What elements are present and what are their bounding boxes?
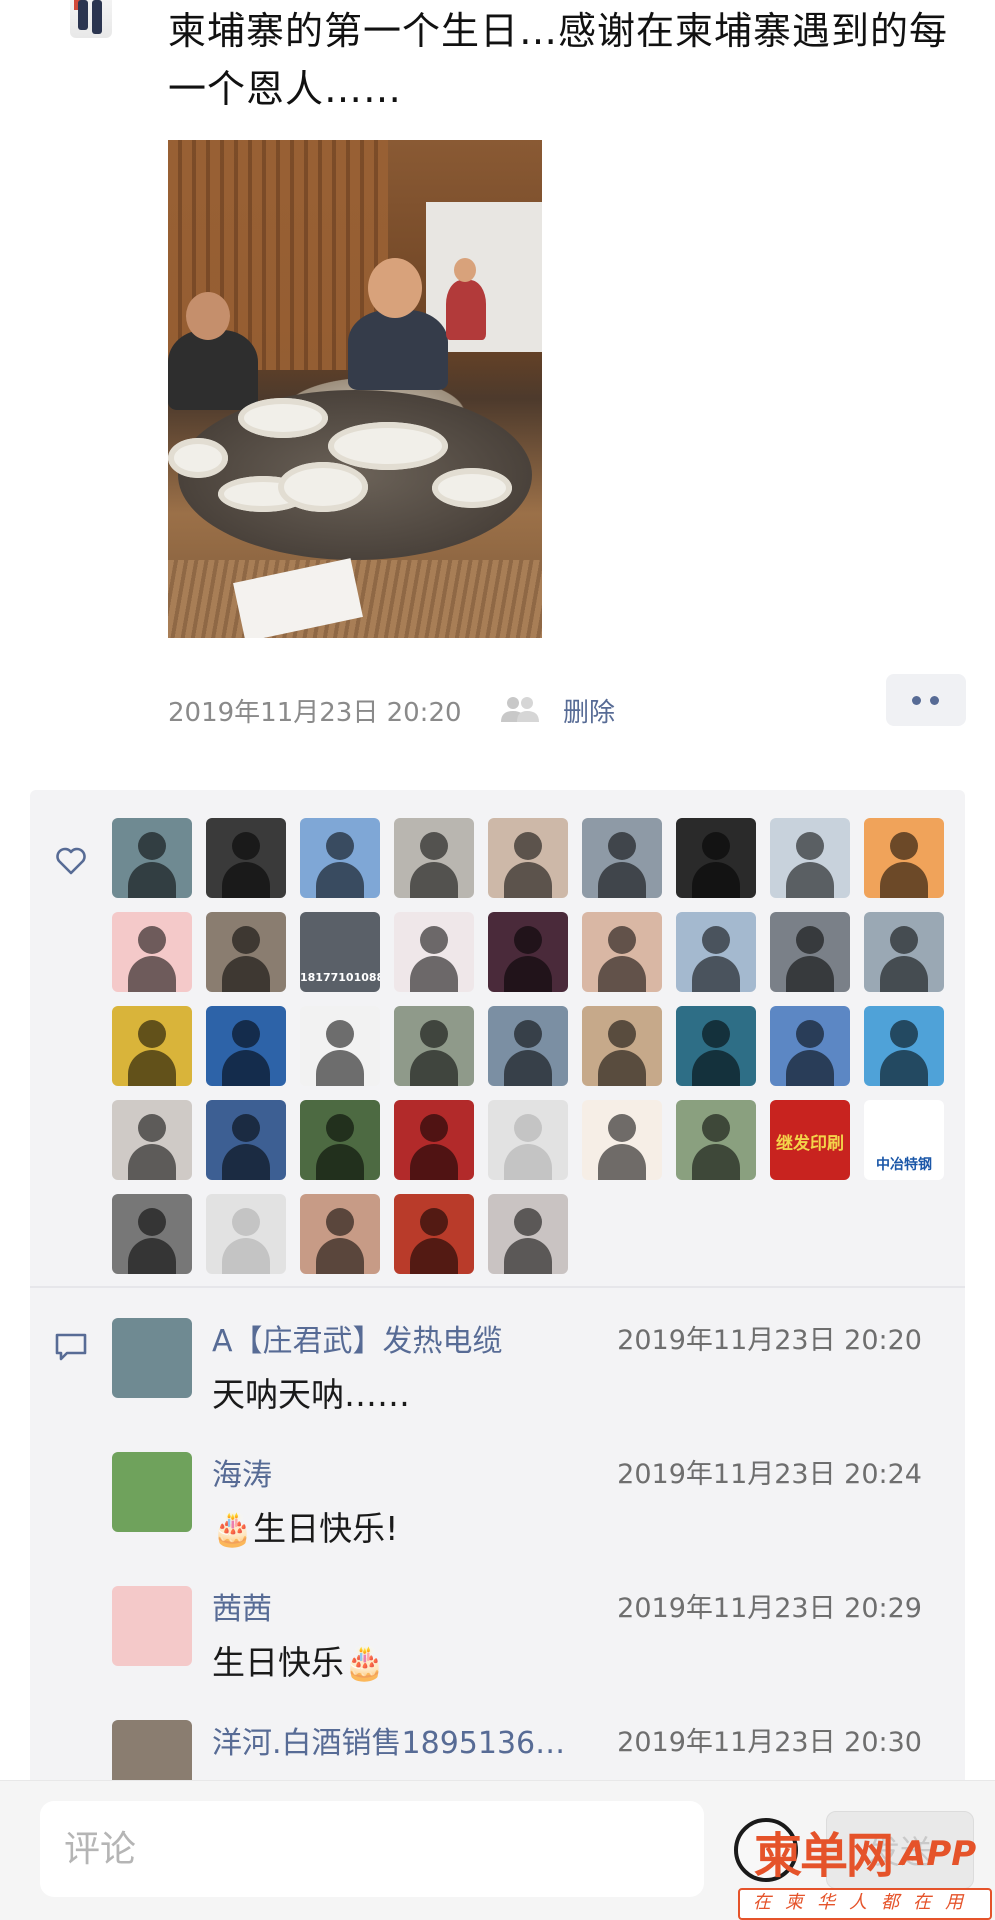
avatar-child-photo[interactable] — [488, 1006, 568, 1086]
watermark-brand: 柬单网 — [754, 1828, 894, 1884]
more-dot — [930, 696, 939, 705]
avatar-default[interactable] — [488, 1100, 568, 1180]
avatar-red-roses[interactable] — [394, 1100, 474, 1180]
comment-time: 2019年11月23日 20:24 — [617, 1459, 922, 1490]
avatar-sunglasses-car[interactable] — [394, 818, 474, 898]
comment-item[interactable]: 茜茜 2019年11月23日 20:29 生日快乐🎂 — [112, 1586, 952, 1706]
avatar-man-hills[interactable] — [676, 1100, 756, 1180]
heart-icon — [56, 847, 86, 875]
avatar-child-hoodie[interactable] — [488, 1194, 568, 1274]
avatar-steel-logo[interactable]: 中冶特钢 — [864, 1100, 944, 1180]
comment-time: 2019年11月23日 20:30 — [617, 1727, 922, 1758]
commenter-avatar[interactable] — [112, 1586, 192, 1666]
avatar-flags[interactable] — [770, 818, 850, 898]
avatar-woman-white[interactable] — [112, 1100, 192, 1180]
panel-divider — [30, 1286, 965, 1288]
avatar-caption: 中冶特钢 — [876, 1157, 932, 1173]
moments-post-page: 柬埔寨的第一个生日…感谢在柬埔寨遇到的每一个恩人…… 2019年11月23日 2… — [0, 0, 995, 1920]
avatar-moon[interactable] — [676, 818, 756, 898]
avatar-bw-portrait[interactable] — [206, 818, 286, 898]
avatar-snow-mountain[interactable] — [206, 1100, 286, 1180]
avatar-child-car[interactable] — [582, 1006, 662, 1086]
avatar-certificate-v[interactable] — [676, 1006, 756, 1086]
avatar-cartoon-girl[interactable] — [112, 912, 192, 992]
avatar-clock[interactable] — [112, 1194, 192, 1274]
likes-avatar-grid: 18177101088 继发印刷中冶特钢 — [112, 818, 952, 1274]
delete-link[interactable]: 删除 — [563, 692, 615, 729]
avatar-father-child[interactable] — [676, 912, 756, 992]
post-meta: 2019年11月23日 20:20 删除 — [168, 688, 968, 728]
avatar-caption: 继发印刷 — [776, 1134, 844, 1154]
avatar-temple-of-heaven[interactable] — [206, 1006, 286, 1086]
post-timestamp: 2019年11月23日 20:20 — [168, 698, 462, 728]
avatar-print-logo[interactable]: 继发印刷 — [770, 1100, 850, 1180]
commenter-name[interactable]: 洋河.白酒销售1895136… — [212, 1718, 565, 1762]
watermark: 柬单网 APP 在柬华人都在用 — [730, 1812, 995, 1920]
avatar-man-sunglasses[interactable] — [206, 912, 286, 992]
avatar-bananas[interactable] — [112, 1006, 192, 1086]
avatar-flower-display[interactable] — [488, 912, 568, 992]
likes-comments-panel: 18177101088 继发印刷中冶特钢 A【庄君武】发热电缆 2019年11月23… — [30, 790, 965, 1920]
comment-item[interactable]: A【庄君武】发热电缆 2019年11月23日 20:20 天呐天呐…… — [112, 1318, 952, 1438]
post-text: 柬埔寨的第一个生日…感谢在柬埔寨遇到的每一个恩人…… — [168, 9, 949, 111]
avatar-two-kids[interactable] — [864, 912, 944, 992]
friends-icon — [501, 697, 539, 722]
watermark-app: APP — [900, 1834, 977, 1874]
avatar-cartoon-bob-hair[interactable] — [582, 1100, 662, 1180]
avatar-seascape[interactable] — [864, 1006, 944, 1086]
avatar-woman-portrait[interactable] — [582, 912, 662, 992]
comment-text: 天呐天呐…… — [212, 1375, 410, 1414]
avatar-crab-logo[interactable] — [300, 1006, 380, 1086]
comment-input[interactable] — [40, 1801, 704, 1897]
avatar-selfie-car[interactable] — [488, 818, 568, 898]
avatar-building-number[interactable]: 18177101088 — [300, 912, 380, 992]
post-photo[interactable] — [168, 140, 542, 638]
avatar-man-flag[interactable] — [770, 912, 850, 992]
more-options-button[interactable] — [886, 674, 966, 726]
more-dots-icon — [912, 696, 921, 705]
comment-time: 2019年11月23日 20:29 — [617, 1593, 922, 1624]
comment-item[interactable]: 海涛 2019年11月23日 20:24 🎂生日快乐! — [112, 1452, 952, 1572]
comment-text: 🎂生日快乐! — [212, 1509, 399, 1548]
commenter-avatar[interactable] — [112, 1318, 192, 1398]
poster-avatar[interactable] — [70, 0, 112, 38]
avatar-red-board[interactable] — [394, 1194, 474, 1274]
commenter-name[interactable]: 海涛 — [212, 1450, 272, 1494]
avatar-man-blue-jacket[interactable] — [770, 1006, 850, 1086]
avatar-pearl-shell[interactable] — [394, 912, 474, 992]
avatar-woman-face[interactable] — [300, 1194, 380, 1274]
avatar-tree-flag[interactable] — [300, 818, 380, 898]
avatar-survey-instrument[interactable] — [864, 818, 944, 898]
commenter-name[interactable]: 茜茜 — [212, 1584, 272, 1628]
avatar-default-2[interactable] — [206, 1194, 286, 1274]
commenter-name[interactable]: A【庄君武】发热电缆 — [212, 1316, 503, 1360]
watermark-slogan: 在柬华人都在用 — [738, 1888, 992, 1920]
avatar-caption: 18177101088 — [300, 971, 380, 984]
avatar-man-garden[interactable] — [300, 1100, 380, 1180]
comment-icon — [55, 1333, 87, 1361]
avatar-man-mountains[interactable] — [394, 1006, 474, 1086]
commenter-avatar[interactable] — [112, 1452, 192, 1532]
comment-text: 生日快乐🎂 — [212, 1643, 386, 1682]
comment-time: 2019年11月23日 20:20 — [617, 1325, 922, 1356]
avatar-silhouette-dusk[interactable] — [112, 818, 192, 898]
avatar-girl-hat[interactable] — [582, 818, 662, 898]
